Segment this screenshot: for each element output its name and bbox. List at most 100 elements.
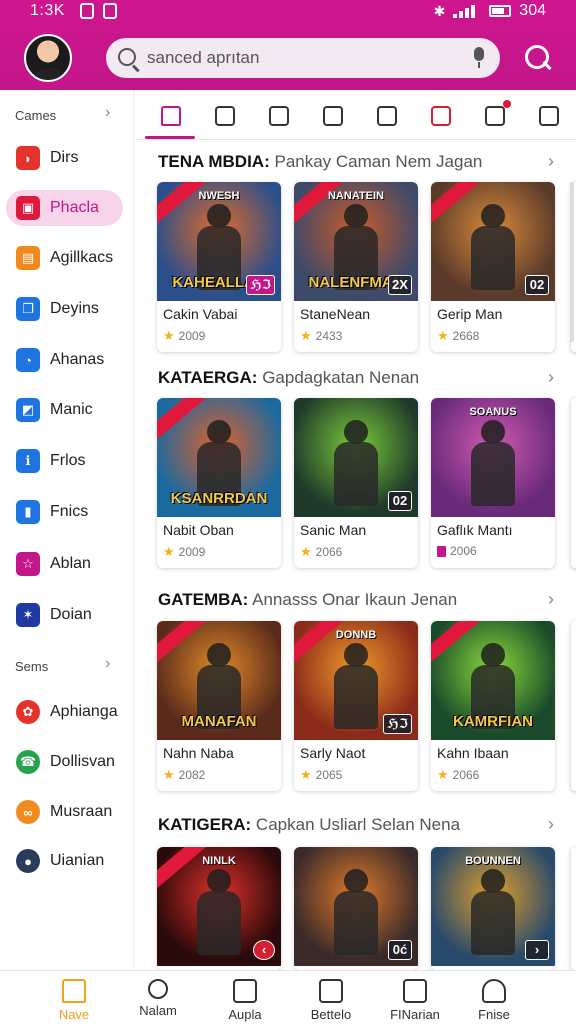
- sidebar-item-label: Ablan: [50, 555, 91, 572]
- character-figure: [330, 869, 382, 955]
- game-card[interactable]: 0ć: [294, 847, 418, 970]
- sidebar-item[interactable]: ● Uianian: [6, 843, 123, 879]
- tab-glyph: [215, 106, 235, 126]
- info-icon: ℹ: [16, 449, 40, 473]
- calendar-icon: ▤: [16, 246, 40, 270]
- character-figure: [330, 643, 382, 729]
- category-tabs: [135, 90, 576, 140]
- sidebar-item[interactable]: ✿ Aphianga: [6, 694, 123, 730]
- sidebar-item[interactable]: ◔ Ahanas: [6, 342, 123, 378]
- next-card-peek[interactable]: [571, 621, 576, 791]
- game-card[interactable]: KAMRFIAN Kahn Ibaan ★ 2066: [431, 621, 555, 791]
- game-card[interactable]: MANAFAN Nahn Naba ★ 2082: [157, 621, 281, 791]
- sidebar-item[interactable]: ◗ Dirs: [6, 140, 123, 176]
- game-card[interactable]: BOUNNEN ›: [431, 847, 555, 970]
- sidebar-item[interactable]: ▣ Phacla: [6, 190, 123, 226]
- game-card[interactable]: NWESH KAHEALLAN ℌℑ Cakin Vabai ★ 2009: [157, 182, 281, 352]
- message-icon[interactable]: [263, 100, 295, 132]
- game-card[interactable]: KSANRRDAN Nabit Oban ★ 2009: [157, 398, 281, 568]
- cover-badge: ℌℑ: [246, 275, 275, 295]
- game-rating-value: 2082: [178, 768, 206, 782]
- game-title: Gerip Man: [437, 306, 503, 322]
- sidebar-item[interactable]: ℹ Frlos: [6, 443, 123, 479]
- nav-item[interactable]: Nalam: [116, 979, 200, 1018]
- game-rating-value: 2009: [178, 329, 206, 343]
- notification-icon: [103, 3, 117, 19]
- section-header[interactable]: TENA MBDIA: Pankay Caman Nem Jagan: [158, 152, 482, 172]
- cover-badge: 02: [388, 491, 412, 511]
- sidebar-item[interactable]: ❐ Deyins: [6, 291, 123, 327]
- game-title: Kahn Ibaan: [437, 745, 509, 761]
- game-card[interactable]: DONNB ℌℑ Sarly Naot ★ 2065: [294, 621, 418, 791]
- nav-label: Nalam: [139, 1003, 177, 1018]
- nav-item[interactable]: FINarian: [373, 979, 457, 1022]
- section-prefix: TENA MBDIA:: [158, 152, 270, 171]
- browser-icon[interactable]: [371, 100, 403, 132]
- sidebar-item[interactable]: ∞ Musraan: [6, 794, 123, 830]
- settings-icon[interactable]: [533, 100, 565, 132]
- game-title: Sarly Naot: [300, 745, 366, 761]
- section-prefix: KATIGERA:: [158, 815, 252, 834]
- next-card-peek[interactable]: [571, 847, 576, 970]
- section-header[interactable]: KATAERGA: Gapdagkatan Nenan: [158, 368, 419, 388]
- pinwheel-icon: ✿: [16, 700, 40, 724]
- avatar[interactable]: [24, 34, 72, 82]
- nav-item[interactable]: Nave: [32, 979, 116, 1022]
- mic-icon[interactable]: [470, 47, 488, 69]
- nav-item[interactable]: Fnise: [452, 979, 536, 1022]
- section-subtitle: Pankay Caman Nem Jagan: [274, 152, 483, 171]
- book-icon: [437, 545, 446, 557]
- game-card[interactable]: 02 Gerip Man ★ 2668: [431, 182, 555, 352]
- sidebar-item[interactable]: ▮ Fnics: [6, 494, 123, 530]
- nav-item[interactable]: Aupla: [203, 979, 287, 1022]
- game-card[interactable]: SOANUS Gaflık Mantı 2006: [431, 398, 555, 568]
- game-cover-image: DONNB ℌℑ: [294, 621, 418, 740]
- sidebar-item-label: Manic: [50, 401, 93, 418]
- section-header[interactable]: KATIGERA: Capkan Usliarl Selan Nena: [158, 815, 460, 835]
- sidebar-item[interactable]: ☆ Ablan: [6, 546, 123, 582]
- sidebar-item-label: Frlos: [50, 452, 86, 469]
- tag-icon[interactable]: [425, 100, 457, 132]
- search-bar[interactable]: sanced aprıtan: [106, 38, 500, 78]
- sidebar-item[interactable]: ▤ Agillkacs: [6, 240, 123, 276]
- search-input[interactable]: sanced aprıtan: [147, 48, 259, 68]
- link-icon: ∞: [16, 800, 40, 824]
- star-icon: ★: [300, 544, 312, 559]
- bar-icon: ▮: [16, 500, 40, 524]
- chevron-right-icon[interactable]: ›: [548, 814, 554, 835]
- section-header[interactable]: GATEMBA: Annasss Onar Ikaun Jenan: [158, 590, 457, 610]
- sidebar-item-label: Deyins: [50, 300, 99, 317]
- chevron-right-icon[interactable]: ›: [548, 367, 554, 388]
- status-time: 1:3K: [30, 2, 65, 19]
- sync-icon[interactable]: [317, 100, 349, 132]
- game-title: StaneNean: [300, 306, 371, 322]
- call-log-icon[interactable]: [209, 100, 241, 132]
- cover-top-text: BOUNNEN: [465, 855, 521, 867]
- home-icon[interactable]: [155, 100, 187, 132]
- game-card[interactable]: NANATEIN NALENFMAN 2X StaneNean ★ 2433: [294, 182, 418, 352]
- chevron-right-icon[interactable]: ›: [105, 104, 110, 122]
- search-button[interactable]: [524, 44, 552, 72]
- star-icon: ★: [437, 328, 449, 343]
- nav-label: Fnise: [478, 1007, 510, 1022]
- scrollbar[interactable]: [570, 182, 574, 342]
- sidebar-item[interactable]: ☎ Dollisvan: [6, 744, 123, 780]
- nav-label: Bettelo: [310, 1007, 352, 1022]
- sidebar-item[interactable]: ✶ Doian: [6, 597, 123, 633]
- sidebar-item-label: Agillkacs: [50, 249, 114, 266]
- game-title: Nabit Oban: [163, 522, 234, 538]
- chevron-right-icon[interactable]: ›: [548, 151, 554, 172]
- next-card-peek[interactable]: [571, 398, 576, 568]
- chevron-right-icon[interactable]: ›: [105, 655, 110, 673]
- cover-badge: ℌℑ: [383, 714, 412, 734]
- sidebar-item-label: Ahanas: [50, 351, 105, 368]
- chevron-right-icon[interactable]: ›: [548, 589, 554, 610]
- sidebar-item[interactable]: ◩ Manic: [6, 392, 123, 428]
- star-icon: ★: [163, 328, 175, 343]
- sidebar-item-label: Uianian: [50, 852, 105, 869]
- game-card[interactable]: NINLK ‹: [157, 847, 281, 970]
- nav-item[interactable]: Bettelo: [289, 979, 373, 1022]
- star-icon: ★: [163, 767, 175, 782]
- game-card[interactable]: 02 Sanic Man ★ 2066: [294, 398, 418, 568]
- gear-icon[interactable]: [479, 100, 511, 132]
